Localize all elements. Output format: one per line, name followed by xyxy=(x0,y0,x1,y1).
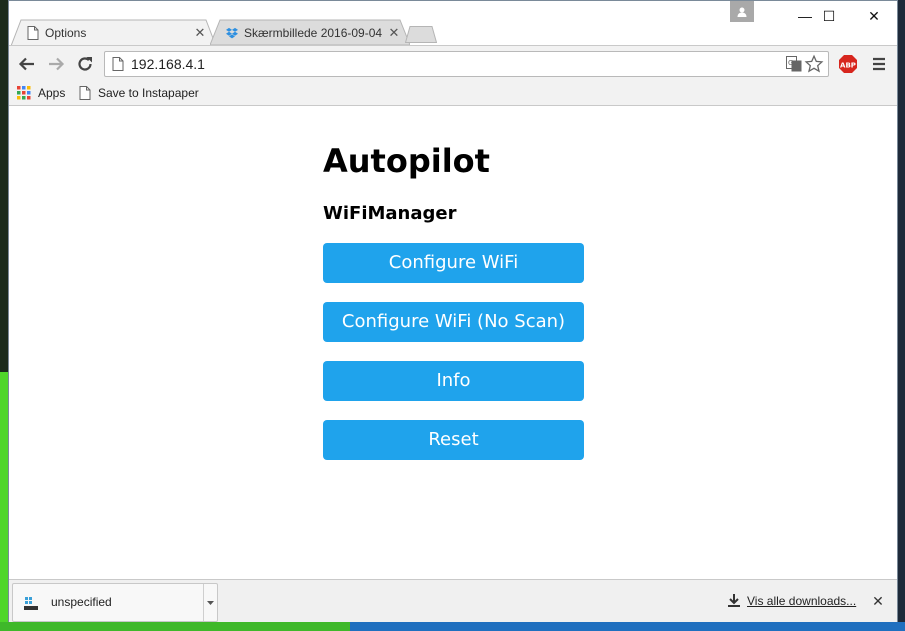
forward-button[interactable] xyxy=(46,54,66,74)
translate-icon[interactable]: G xyxy=(786,56,802,72)
bookmark-star-icon[interactable] xyxy=(804,54,824,74)
reload-icon xyxy=(78,57,92,71)
page-title: Autopilot xyxy=(323,142,490,180)
bookmark-label: Save to Instapaper xyxy=(98,86,199,100)
file-icon xyxy=(24,597,38,610)
back-button[interactable] xyxy=(17,54,37,74)
bookmarks-bar: Apps Save to Instapaper xyxy=(9,81,897,106)
reload-button[interactable] xyxy=(75,54,95,74)
page-icon xyxy=(27,26,39,40)
configure-wifi-button[interactable]: Configure WiFi xyxy=(323,243,584,283)
tab-strip: Options ✕ Skærmbillede 2016-09-04 ✕ — ☐ … xyxy=(9,1,897,46)
chevron-down-icon xyxy=(207,600,214,605)
download-shelf: unspecified Vis alle downloads... ✕ xyxy=(9,579,897,622)
address-bar[interactable]: 192.168.4.1 G xyxy=(104,51,829,77)
arrow-left-icon xyxy=(18,57,34,71)
desktop-background xyxy=(0,372,8,631)
taskbar-edge xyxy=(0,622,350,631)
info-button[interactable]: Info xyxy=(323,361,584,401)
tab-title: Skærmbillede 2016-09-04 xyxy=(244,26,383,40)
adblock-plus-icon[interactable]: ABP xyxy=(838,54,858,74)
apps-grid-icon xyxy=(17,86,31,100)
bookmark-apps[interactable]: Apps xyxy=(17,84,65,102)
show-all-downloads-link[interactable]: Vis alle downloads... xyxy=(728,594,856,608)
configure-wifi-no-scan-button[interactable]: Configure WiFi (No Scan) xyxy=(323,302,584,342)
page-content: Autopilot WiFiManager Configure WiFi Con… xyxy=(9,106,897,579)
menu-icon[interactable] xyxy=(871,56,887,72)
maximize-button[interactable]: ☐ xyxy=(806,1,852,31)
download-icon xyxy=(728,594,740,607)
url-text[interactable]: 192.168.4.1 xyxy=(131,52,205,76)
close-shelf-icon[interactable]: ✕ xyxy=(871,594,885,608)
show-all-downloads-label: Vis alle downloads... xyxy=(747,594,857,608)
arrow-right-icon xyxy=(49,57,65,71)
reset-button[interactable]: Reset xyxy=(323,420,584,460)
tab-close-icon[interactable]: ✕ xyxy=(388,26,400,39)
svg-text:ABP: ABP xyxy=(840,62,856,70)
tab-title: Options xyxy=(45,26,87,40)
download-options-button[interactable] xyxy=(203,584,217,621)
page-icon xyxy=(79,86,91,100)
page-icon xyxy=(112,57,124,71)
browser-window: Options ✕ Skærmbillede 2016-09-04 ✕ — ☐ … xyxy=(8,0,898,622)
new-tab-button[interactable] xyxy=(405,26,437,43)
download-filename: unspecified xyxy=(51,595,112,609)
toolbar: 192.168.4.1 G ABP xyxy=(9,45,897,81)
tab-close-icon[interactable]: ✕ xyxy=(194,26,206,39)
bookmark-label: Apps xyxy=(38,86,66,100)
taskbar-edge xyxy=(350,622,905,631)
tab-screenshot[interactable]: Skærmbillede 2016-09-04 ✕ xyxy=(210,19,410,46)
bookmark-instapaper[interactable]: Save to Instapaper xyxy=(79,84,199,102)
download-item[interactable]: unspecified xyxy=(12,583,218,622)
profile-icon[interactable] xyxy=(730,1,754,22)
tab-options[interactable]: Options ✕ xyxy=(11,19,216,46)
page-subtitle: WiFiManager xyxy=(323,203,457,224)
svg-text:G: G xyxy=(788,59,793,67)
close-window-button[interactable]: ✕ xyxy=(851,1,897,31)
dropbox-icon xyxy=(226,27,238,39)
